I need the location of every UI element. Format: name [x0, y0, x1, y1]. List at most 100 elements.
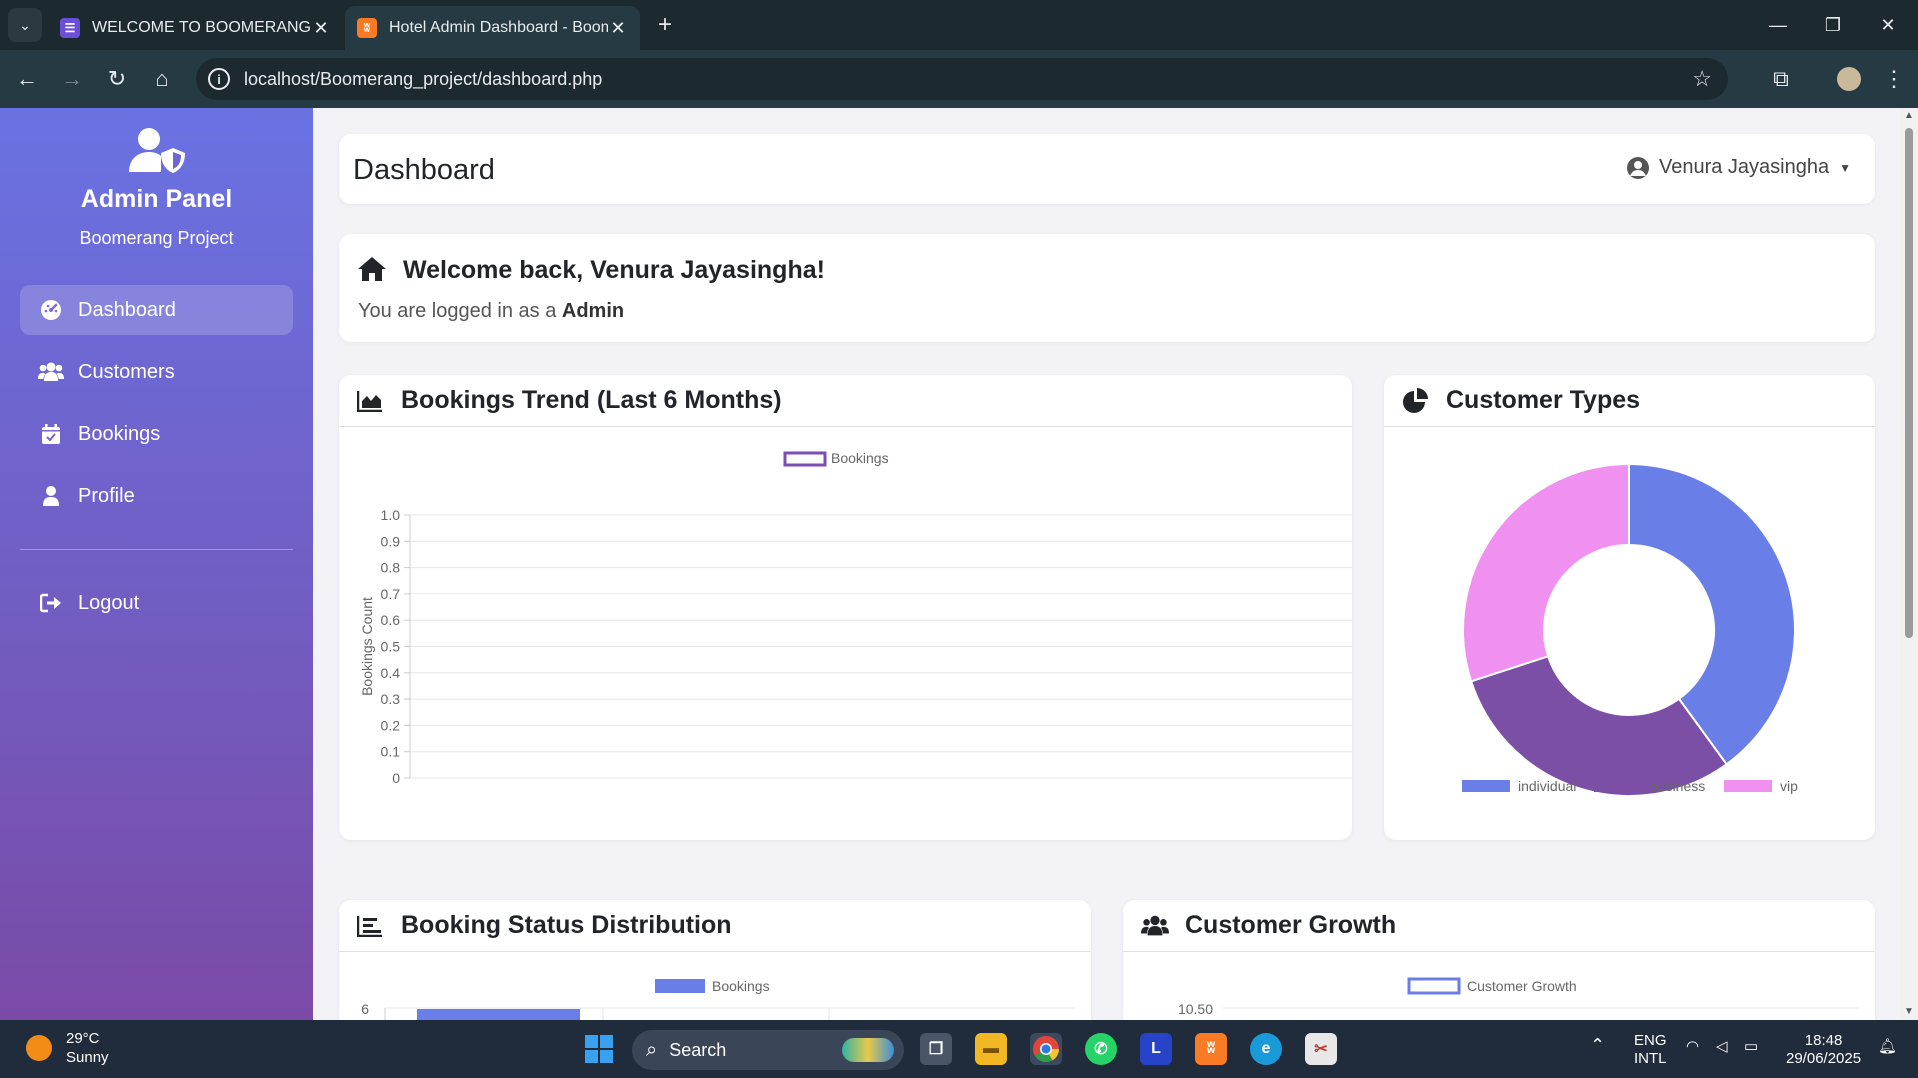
booking-status-card: Booking Status Distribution Bookings 6	[339, 900, 1091, 1020]
customer-types-card: Customer Types individual business vip	[1384, 375, 1875, 840]
close-tab-icon[interactable]: ✕	[311, 18, 331, 39]
taskbar-search[interactable]: ⌕ Search	[632, 1030, 904, 1070]
scroll-up-icon[interactable]: ▲	[1903, 110, 1915, 121]
user-icon	[38, 484, 64, 508]
legend-swatch	[1407, 977, 1461, 995]
xampp-favicon-icon: ʬ	[357, 18, 377, 38]
sidebar-item-logout[interactable]: Logout	[20, 578, 293, 628]
chrome-icon[interactable]	[1030, 1033, 1062, 1065]
home-icon[interactable]: ⌂	[147, 64, 177, 94]
snipping-tool-icon[interactable]: ✂	[1305, 1033, 1337, 1065]
logout-label: Logout	[78, 591, 140, 614]
page-viewport: Admin Panel Boomerang Project Dashboard …	[0, 108, 1918, 1020]
close-tab-icon[interactable]: ✕	[608, 18, 628, 39]
clock-date: 29/06/2025	[1786, 1050, 1862, 1067]
site-info-icon[interactable]: i	[208, 68, 230, 90]
scrollbar-thumb[interactable]	[1905, 128, 1913, 638]
forward-icon[interactable]: →	[57, 64, 87, 94]
new-tab-button[interactable]: +	[650, 10, 680, 40]
notification-bell-icon[interactable]: 🔔︎	[1878, 1038, 1897, 1056]
card-header: Bookings Trend (Last 6 Months)	[339, 375, 1352, 427]
sidebar-subtitle: Boomerang Project	[79, 228, 234, 248]
legend-swatch	[783, 451, 827, 467]
legend-label: Bookings	[831, 450, 889, 466]
sidebar-title: Admin Panel	[80, 185, 233, 213]
sidebar-item-label: Dashboard	[78, 298, 176, 321]
pie-slice-vip	[1462, 462, 1630, 683]
scroll-down-icon[interactable]: ▼	[1903, 1006, 1915, 1017]
y-tick-label: 0.7	[381, 586, 401, 602]
language-indicator[interactable]: ENG INTL	[1634, 1032, 1667, 1068]
lang-sub: INTL	[1634, 1050, 1667, 1067]
restore-icon[interactable]: ❐	[1813, 10, 1853, 40]
battery-icon[interactable]: ▭	[1744, 1038, 1758, 1056]
weather-text: Sunny	[66, 1049, 109, 1066]
user-dropdown[interactable]: Venura Jayasingha ▼	[1626, 156, 1851, 179]
browser-menu-icon[interactable]: ⋮	[1879, 64, 1909, 94]
sidebar-item-dashboard[interactable]: Dashboard	[20, 285, 293, 335]
wifi-icon[interactable]: ◠	[1686, 1038, 1699, 1056]
customer-growth-chart: Customer Growth 10.50	[1178, 977, 1859, 1017]
search-highlight-icon	[842, 1038, 894, 1062]
sun-icon	[26, 1035, 52, 1061]
tab-hotel-dashboard[interactable]: ʬ Hotel Admin Dashboard - Boom ✕	[345, 6, 640, 50]
sidebar-item-customers[interactable]: Customers	[20, 347, 293, 397]
legend-label: Bookings	[712, 978, 770, 994]
task-view-icon[interactable]: ❐	[920, 1033, 952, 1065]
dashboard-icon	[38, 298, 64, 322]
clock[interactable]: 18:48 29/06/2025	[1786, 1032, 1861, 1068]
customer-types-chart: individual business vip	[1462, 462, 1798, 797]
sidebar-item-label: Bookings	[78, 422, 161, 445]
whatsapp-icon[interactable]: ✆	[1085, 1033, 1117, 1065]
users-icon	[1141, 913, 1169, 939]
clock-time: 18:48	[1804, 1032, 1843, 1049]
windows-start-icon[interactable]	[583, 1033, 615, 1065]
file-explorer-icon[interactable]: ▬	[975, 1033, 1007, 1065]
sidebar-nav: Dashboard Customers Bookings Profile	[20, 285, 293, 533]
weather-widget[interactable]: 29°C Sunny	[26, 1030, 109, 1066]
sidebar-item-label: Profile	[78, 484, 135, 507]
xampp-icon[interactable]: ʬ	[1195, 1033, 1227, 1065]
welcome-text: You are logged in as a Admin	[358, 300, 624, 323]
legend-swatch	[1724, 780, 1772, 792]
reload-icon[interactable]: ↻	[102, 64, 132, 94]
user-circle-icon	[1626, 156, 1649, 179]
back-icon[interactable]: ←	[12, 64, 42, 94]
lang-code: ENG	[1634, 1032, 1667, 1049]
search-label: Search	[669, 1039, 727, 1060]
legend-swatch	[1594, 780, 1642, 792]
edge-icon[interactable]: e	[1250, 1033, 1282, 1065]
extensions-icon[interactable]: ⧉	[1766, 64, 1796, 94]
y-tick-label: 0.6	[381, 612, 401, 628]
booking-status-chart: Bookings 6	[361, 978, 1075, 1020]
sidebar-logout-wrap: Logout	[20, 578, 293, 640]
window-close-icon[interactable]: ✕	[1868, 10, 1908, 40]
sidebar-item-profile[interactable]: Profile	[20, 471, 293, 521]
sidebar-divider	[20, 549, 293, 550]
profile-avatar[interactable]	[1834, 64, 1864, 94]
legend-label: individual	[1518, 778, 1576, 794]
y-tick-label: 6	[361, 1001, 369, 1017]
sidebar-item-bookings[interactable]: Bookings	[20, 409, 293, 459]
legend-swatch	[1462, 780, 1510, 792]
weather-temp: 29°C	[66, 1030, 100, 1047]
bookings-trend-chart: Bookings 1.0 0.9 0.8 0.7 0.6 0.5 0.4 0.3 0.2 0.1 0 B…	[359, 450, 1352, 786]
y-tick-label: 0.1	[381, 744, 401, 760]
card-header: Customer Types	[1384, 375, 1875, 427]
legend-swatch	[655, 979, 705, 993]
tray-overflow-icon[interactable]: ⌃	[1590, 1036, 1605, 1054]
minimize-icon[interactable]: —	[1758, 10, 1798, 40]
page-header: Dashboard Venura Jayasingha ▼	[339, 134, 1875, 204]
l-app-icon[interactable]: L	[1140, 1033, 1172, 1065]
volume-icon[interactable]: ◁	[1716, 1038, 1728, 1056]
y-tick-label: 0.9	[381, 533, 401, 549]
url-text: localhost/Boomerang_project/dashboard.ph…	[244, 68, 603, 89]
legend-label: vip	[1780, 778, 1798, 794]
page-scrollbar[interactable]: ▲ ▼	[1900, 108, 1918, 1020]
bookmark-star-icon[interactable]: ☆	[1692, 66, 1712, 92]
tab-welcome[interactable]: ☰ WELCOME TO BOOMERANG SC ✕	[48, 6, 343, 50]
tab-search-button[interactable]: ⌄	[8, 8, 42, 42]
address-bar[interactable]: i localhost/Boomerang_project/dashboard.…	[196, 58, 1728, 100]
welcome-text-prefix: You are logged in as a	[358, 300, 557, 322]
bookings-trend-card: Bookings Trend (Last 6 Months) Bookings 1…	[339, 375, 1352, 840]
